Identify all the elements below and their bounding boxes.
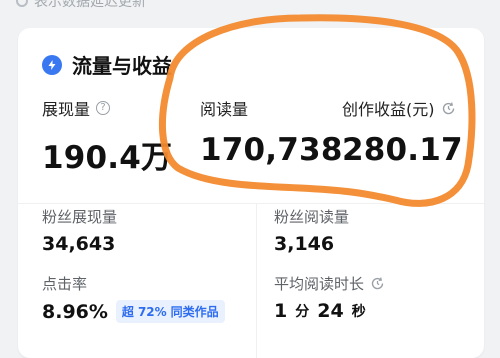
avg-read-time-value: 1 分 24 秒 — [274, 300, 385, 322]
fan-reads-value: 3,146 — [274, 233, 335, 255]
click-rate-value-row: 8.96% 超 72% 同类作品 — [42, 300, 225, 323]
metric-impressions-label-text: 展现量 — [42, 100, 91, 119]
refresh-icon[interactable] — [370, 276, 385, 291]
metric-revenue-label-text: 创作收益(元) — [342, 100, 435, 119]
click-rate[interactable]: 点击率 8.96% 超 72% 同类作品 — [42, 273, 225, 323]
avg-read-time-sec-unit: 秒 — [351, 304, 366, 320]
divider — [18, 203, 484, 204]
click-rate-badge: 超 72% 同类作品 — [115, 300, 225, 323]
avg-read-time-seconds: 24 — [317, 300, 344, 322]
fan-impressions[interactable]: 粉丝展现量 34,643 — [42, 206, 117, 255]
click-rate-label: 点击率 — [42, 275, 88, 293]
metric-revenue-label: 创作收益(元) — [342, 96, 463, 120]
avg-read-time[interactable]: 平均阅读时长 1 分 24 秒 — [274, 273, 385, 322]
fan-impressions-label: 粉丝展现量 — [42, 208, 118, 226]
refresh-icon[interactable] — [441, 101, 456, 116]
avg-read-time-min-unit: 分 — [295, 304, 310, 320]
metric-impressions-value: 190.4万 — [42, 140, 173, 176]
avg-read-time-label: 平均阅读时长 — [274, 273, 385, 294]
badge-prefix: 超 — [121, 305, 134, 319]
question-icon[interactable]: ? — [96, 101, 111, 115]
badge-percent: 72% — [137, 304, 167, 319]
badge-suffix: 同类作品 — [170, 305, 219, 319]
clock-icon — [16, 0, 28, 7]
metric-reads[interactable]: 阅读量 170,738 — [200, 96, 343, 168]
avg-read-time-minutes: 1 — [274, 300, 288, 322]
metric-reads-value: 170,738 — [200, 132, 343, 168]
fan-reads[interactable]: 粉丝阅读量 3,146 — [274, 206, 349, 255]
card-title: 流量与收益 — [42, 50, 172, 79]
bolt-icon — [42, 54, 62, 75]
fan-reads-label: 粉丝阅读量 — [274, 208, 350, 226]
traffic-revenue-card: 流量与收益 展现量 ? 190.4万 阅读量 170,738 创作收益(元) 2… — [18, 28, 484, 358]
update-note: 表示数据延迟更新 — [16, 0, 146, 10]
click-rate-value: 8.96% — [42, 300, 108, 323]
avg-read-time-label-text: 平均阅读时长 — [274, 275, 365, 293]
divider — [256, 204, 257, 358]
card-title-text: 流量与收益 — [72, 54, 172, 78]
metric-impressions[interactable]: 展现量 ? 190.4万 — [42, 96, 172, 177]
metric-revenue[interactable]: 创作收益(元) 280.17 — [342, 96, 463, 168]
metric-revenue-value: 280.17 — [342, 132, 463, 168]
metric-impressions-label: 展现量 ? — [42, 96, 172, 120]
fan-impressions-value: 34,643 — [42, 233, 116, 255]
update-note-text: 表示数据延迟更新 — [34, 0, 146, 10]
metric-reads-label: 阅读量 — [200, 100, 249, 119]
